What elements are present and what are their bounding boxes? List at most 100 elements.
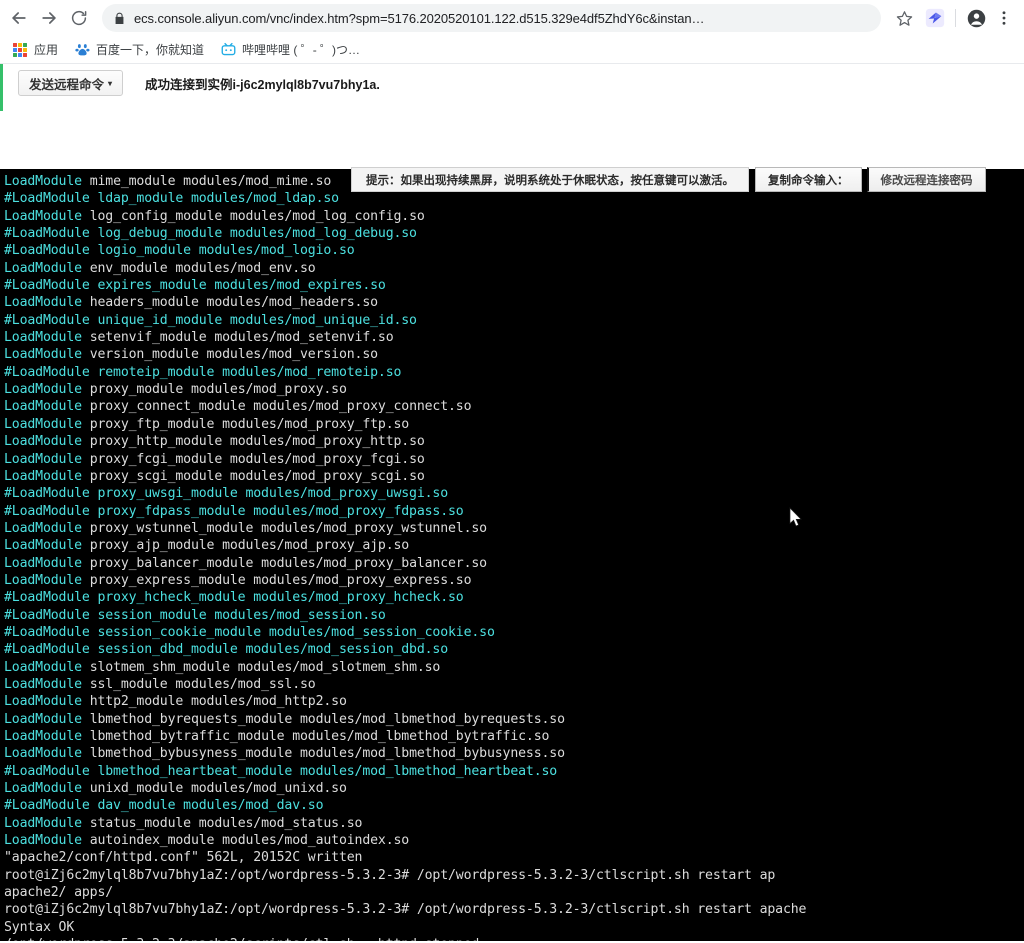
terminal-token: status_module modules/mod_status.so: [81, 815, 363, 831]
terminal-line: LoadModule proxy_scgi_module modules/mod…: [4, 468, 1024, 485]
terminal-line: LoadModule lbmethod_bytraffic_module mod…: [4, 728, 1024, 745]
terminal-token: proxy_scgi_module modules/mod_proxy_scgi…: [81, 468, 425, 484]
terminal-token: #LoadModule proxy_fdpass_module modules/…: [4, 503, 464, 519]
terminal-token: http2_module modules/mod_http2.so: [81, 694, 347, 710]
terminal-line: LoadModule lbmethod_byrequests_module mo…: [4, 711, 1024, 728]
terminal-token: #LoadModule session_cookie_module module…: [4, 624, 495, 640]
terminal-token: "apache2/conf/httpd.conf" 562L, 20152C w…: [4, 850, 363, 866]
star-icon: [896, 10, 912, 26]
change-remote-password-button[interactable]: 修改远程连接密码: [866, 167, 986, 192]
extension-icon: [925, 8, 945, 28]
terminal-token: proxy_express_module modules/mod_proxy_e…: [81, 572, 472, 588]
terminal-line: LoadModule ssl_module modules/mod_ssl.so: [4, 676, 1024, 693]
terminal-token: proxy_balancer_module modules/mod_proxy_…: [81, 555, 487, 571]
terminal-line: #LoadModule remoteip_module modules/mod_…: [4, 364, 1024, 381]
bookmark-bilibili[interactable]: 哔哩哔哩 ( ゜- ゜)つ…: [216, 39, 368, 61]
baidu-icon: [74, 42, 90, 58]
terminal-token: #LoadModule session_dbd_module modules/m…: [4, 642, 449, 658]
vnc-console-page: 发送远程命令 ▾ 成功连接到实例i-j6c2mylql8b7vu7bhy1a. …: [0, 64, 1024, 941]
arrow-right-icon: [42, 12, 56, 24]
terminal-token: proxy_ajp_module modules/mod_proxy_ajp.s…: [81, 538, 410, 554]
terminal-token: #LoadModule remoteip_module modules/mod_…: [4, 364, 402, 380]
terminal-token: #LoadModule dav_module modules/mod_dav.s…: [4, 798, 324, 814]
terminal-line: #LoadModule log_debug_module modules/mod…: [4, 225, 1024, 242]
terminal-token: #LoadModule proxy_hcheck_module modules/…: [4, 590, 464, 606]
notice-bar: 提示：如果出现持续黑屏，说明系统处于休眠状态，按任意键可以激活。 复制命令输入：…: [351, 167, 986, 192]
terminal-token: apache2/ apps/: [4, 885, 114, 901]
terminal-token: LoadModule: [4, 659, 82, 675]
terminal-token: LoadModule: [4, 711, 82, 727]
chrome-menu-button[interactable]: [990, 4, 1018, 32]
send-remote-command-button[interactable]: 发送远程命令 ▾: [18, 70, 124, 96]
terminal-line: #LoadModule logio_module modules/mod_log…: [4, 242, 1024, 259]
terminal-line: LoadModule http2_module modules/mod_http…: [4, 693, 1024, 710]
terminal-line: /opt/wordpress-5.3.2-3/apache2/scripts/c…: [4, 936, 1024, 941]
terminal-token: LoadModule: [4, 330, 82, 346]
apps-grid-icon: [12, 42, 28, 58]
terminal-token: #LoadModule lbmethod_heartbeat_module mo…: [4, 763, 558, 779]
terminal-token: root@iZj6c2mylql8b7vu7bhy1aZ:/opt/wordpr…: [4, 867, 776, 883]
terminal-token: LoadModule: [4, 520, 82, 536]
terminal-token: setenvif_module modules/mod_setenvif.so: [81, 330, 394, 346]
bookmarks-bar: 应用 百度一下，你就知道 哔哩哔哩 (゜- ゜)つ…: [0, 36, 1024, 64]
terminal-line: Syntax OK: [4, 919, 1024, 936]
extension-button[interactable]: [921, 4, 949, 32]
bookmark-label: 百度一下，你就知道: [96, 43, 205, 57]
terminal-token: LoadModule: [4, 347, 82, 363]
address-bar[interactable]: ecs.console.aliyun.com/vnc/index.htm?spm…: [102, 4, 881, 32]
terminal-line: #LoadModule dav_module modules/mod_dav.s…: [4, 797, 1024, 814]
terminal-line: #LoadModule session_dbd_module modules/m…: [4, 641, 1024, 658]
reload-button[interactable]: [64, 3, 94, 33]
terminal-token: ssl_module modules/mod_ssl.so: [81, 676, 316, 692]
vnc-toolbar: 发送远程命令 ▾ 成功连接到实例i-j6c2mylql8b7vu7bhy1a.: [0, 64, 1024, 102]
terminal-token: /opt/wordpress-5.3.2-3/apache2/scripts/c…: [4, 937, 479, 941]
url-text: ecs.console.aliyun.com/vnc/index.htm?spm…: [134, 10, 705, 26]
terminal-line: apache2/ apps/: [4, 884, 1024, 901]
terminal-token: log_config_module modules/mod_log_config…: [81, 208, 425, 224]
terminal-line: #LoadModule lbmethod_heartbeat_module mo…: [4, 763, 1024, 780]
terminal-line: "apache2/conf/httpd.conf" 562L, 20152C w…: [4, 849, 1024, 866]
terminal-line: LoadModule setenvif_module modules/mod_s…: [4, 329, 1024, 346]
terminal-line: #LoadModule proxy_uwsgi_module modules/m…: [4, 485, 1024, 502]
terminal-token: LoadModule: [4, 694, 82, 710]
terminal-token: LoadModule: [4, 676, 82, 692]
back-button[interactable]: [4, 3, 34, 33]
chevron-down-icon: ▾: [108, 79, 113, 88]
terminal-token: lbmethod_byrequests_module modules/mod_l…: [81, 711, 565, 727]
connection-status-text: 成功连接到实例i-j6c2mylql8b7vu7bhy1a.: [145, 77, 380, 92]
terminal-line: LoadModule version_module modules/mod_ve…: [4, 346, 1024, 363]
terminal-token: #LoadModule proxy_uwsgi_module modules/m…: [4, 486, 449, 502]
terminal-line: #LoadModule expires_module modules/mod_e…: [4, 277, 1024, 294]
omnibox-row: ecs.console.aliyun.com/vnc/index.htm?spm…: [0, 0, 1024, 36]
arrow-left-icon: [12, 12, 26, 24]
copy-command-input-button[interactable]: 复制命令输入：: [755, 167, 862, 192]
terminal-token: #LoadModule ldap_module modules/mod_ldap…: [4, 191, 339, 207]
terminal-token: LoadModule: [4, 451, 82, 467]
terminal-token: lbmethod_bytraffic_module modules/mod_lb…: [81, 729, 550, 744]
send-remote-command-label: 发送远程命令: [29, 77, 105, 92]
terminal-line: #LoadModule ldap_module modules/mod_ldap…: [4, 190, 1024, 207]
terminal-token: LoadModule: [4, 729, 82, 744]
bilibili-icon: [220, 42, 236, 58]
bookmark-apps[interactable]: 应用: [8, 39, 66, 61]
terminal-line: #LoadModule proxy_fdpass_module modules/…: [4, 503, 1024, 520]
terminal-token: lbmethod_bybusyness_module modules/mod_l…: [81, 746, 565, 762]
terminal-token: LoadModule: [4, 295, 82, 311]
vnc-terminal-screen[interactable]: LoadModule mime_module modules/mod_mime.…: [0, 169, 1024, 941]
terminal-line: LoadModule slotmem_shm_module modules/mo…: [4, 659, 1024, 676]
terminal-line: LoadModule log_config_module modules/mod…: [4, 208, 1024, 225]
terminal-token: #LoadModule unique_id_module modules/mod…: [4, 312, 417, 328]
terminal-token: version_module modules/mod_version.so: [81, 347, 378, 363]
profile-avatar-button[interactable]: [962, 4, 990, 32]
bookmark-baidu[interactable]: 百度一下，你就知道: [70, 39, 212, 61]
terminal-token: Syntax OK: [4, 919, 75, 935]
terminal-line: #LoadModule session_module modules/mod_s…: [4, 607, 1024, 624]
terminal-token: LoadModule: [4, 833, 82, 849]
terminal-line: LoadModule headers_module modules/mod_he…: [4, 294, 1024, 311]
terminal-token: proxy_fcgi_module modules/mod_proxy_fcgi…: [81, 451, 425, 467]
terminal-line: LoadModule proxy_http_module modules/mod…: [4, 433, 1024, 450]
terminal-line: #LoadModule session_cookie_module module…: [4, 624, 1024, 641]
forward-button[interactable]: [34, 3, 64, 33]
bookmark-star-button[interactable]: [891, 5, 917, 31]
terminal-token: env_module modules/mod_env.so: [81, 260, 316, 276]
